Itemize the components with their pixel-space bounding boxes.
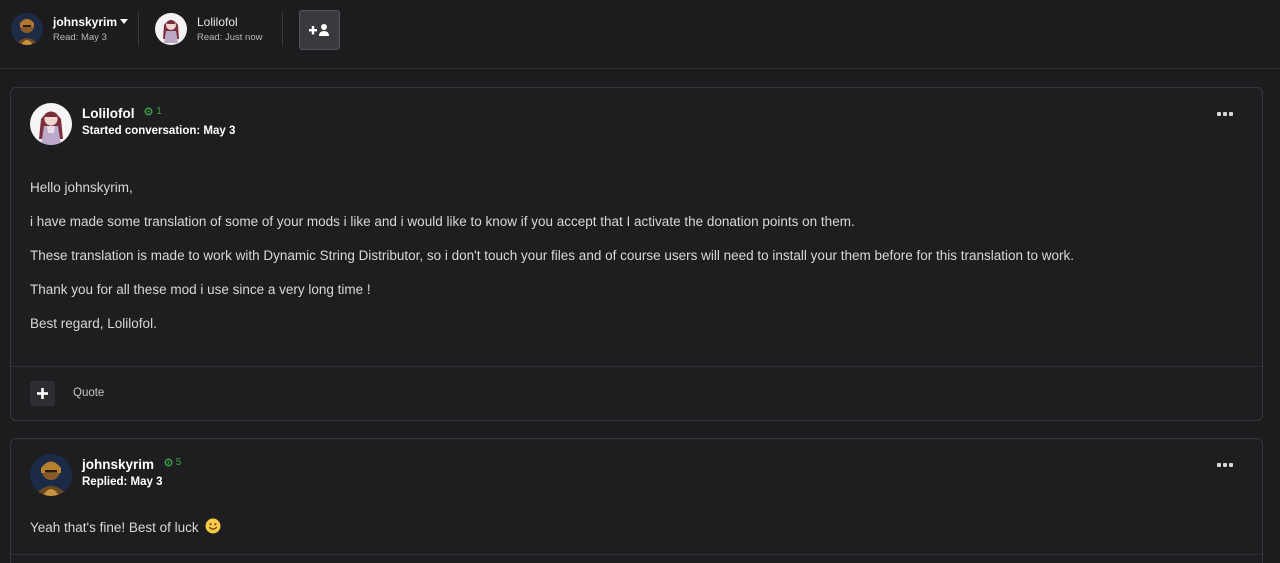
knight-avatar[interactable] xyxy=(30,454,72,496)
read-status: Read: Just now xyxy=(197,32,263,43)
rank-value: 5 xyxy=(175,457,182,468)
gear-icon xyxy=(164,458,173,467)
rank-badge: 5 xyxy=(164,457,182,468)
react-button[interactable] xyxy=(30,381,55,406)
post-meta: Started conversation: May 3 xyxy=(82,125,236,137)
more-options-icon[interactable] xyxy=(1217,112,1233,117)
girl-avatar[interactable] xyxy=(155,13,187,45)
author-name[interactable]: johnskyrim xyxy=(82,457,154,472)
read-status: Read: May 3 xyxy=(53,32,107,43)
message-line: i have made some translation of some of … xyxy=(30,214,855,229)
message-post: Lolilofol 1 Started conversation: May 3 … xyxy=(10,87,1263,421)
chevron-down-icon[interactable] xyxy=(120,19,129,24)
participant-name[interactable]: Lolilofol xyxy=(197,15,238,29)
divider xyxy=(11,554,1262,555)
message-post: johnskyrim 5 Replied: May 3 Yeah that's … xyxy=(10,438,1263,563)
more-options-icon[interactable] xyxy=(1217,463,1233,468)
message-text: Yeah that's fine! Best of luck xyxy=(30,520,199,535)
quote-button[interactable]: Quote xyxy=(73,387,104,399)
post-footer: Quote xyxy=(11,366,1262,421)
gear-icon xyxy=(144,107,153,116)
knight-avatar[interactable] xyxy=(11,13,43,45)
participant-name[interactable]: johnskyrim xyxy=(53,15,117,29)
divider xyxy=(138,12,139,46)
author-name[interactable]: Lolilofol xyxy=(82,106,134,121)
add-participant-button[interactable] xyxy=(299,10,340,50)
message-line: Best regard, Lolilofol. xyxy=(30,316,157,331)
participants-bar: johnskyrim Read: May 3 Lolilofol Read: J… xyxy=(0,0,1280,69)
plus-user-icon xyxy=(308,24,329,36)
divider xyxy=(282,12,283,46)
message-line: Yeah that's fine! Best of luck xyxy=(30,518,221,535)
plus-icon xyxy=(37,388,48,399)
message-line: Hello johnskyrim, xyxy=(30,180,133,195)
rank-badge: 1 xyxy=(144,106,162,117)
smiley-emoji-icon xyxy=(205,518,221,534)
message-line: These translation is made to work with D… xyxy=(30,248,1075,263)
message-line: Thank you for all these mod i use since … xyxy=(30,282,371,297)
post-meta: Replied: May 3 xyxy=(82,476,163,488)
girl-avatar[interactable] xyxy=(30,103,72,145)
rank-value: 1 xyxy=(156,106,162,117)
